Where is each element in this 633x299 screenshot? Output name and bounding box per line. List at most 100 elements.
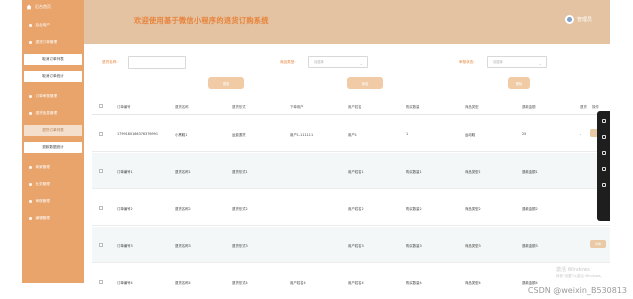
- table-cell: 商品类型2: [465, 207, 481, 211]
- detail-button[interactable]: 详情: [590, 240, 606, 248]
- select-type-placeholder: 请选择: [314, 60, 324, 64]
- sidebar-item-label: 取消订单列表: [42, 57, 64, 61]
- table-cell: 用户姓名2: [348, 207, 364, 211]
- sidebar-item-5[interactable]: 退货信息管理: [22, 108, 84, 119]
- table-cell: 运费退货: [232, 133, 246, 137]
- avatar: [564, 15, 574, 24]
- menu-icon: [29, 24, 32, 27]
- sidebar-item-label: 编辑管理: [35, 216, 50, 220]
- table-cell: 商品类型3: [465, 244, 481, 248]
- sidebar-item-label: 业务管理: [35, 182, 50, 186]
- chevron-down-icon: ⌄: [359, 61, 363, 66]
- menu-icon: [29, 41, 32, 44]
- table-cell: 退款金额2: [522, 207, 538, 211]
- table-cell: 购买数量1: [406, 170, 422, 174]
- menu-icon: [29, 183, 32, 186]
- col-actions: 操作: [592, 105, 599, 109]
- row-checkbox[interactable]: [99, 243, 103, 247]
- sidebar-item-label: 商家管理: [35, 165, 50, 169]
- select-type[interactable]: 请选择 ⌄: [308, 56, 368, 68]
- sidebar-item-1[interactable]: 退货订单管理: [22, 37, 84, 48]
- sidebar-logo-label: 后台首页: [35, 4, 51, 9]
- select-status-placeholder: 请选择: [493, 60, 503, 64]
- activate-windows-title: 激活 Windows: [556, 267, 590, 273]
- chevron-down-icon: ⌄: [538, 61, 542, 66]
- menu-icon: [29, 112, 32, 115]
- table-cell: 25: [522, 132, 527, 136]
- col-order-no: 订单编号: [117, 105, 131, 109]
- col-name: 退货名称: [175, 105, 189, 109]
- table-cell: 运动鞋: [465, 133, 476, 137]
- sidebar-item-label: 取消订单统计: [42, 74, 64, 78]
- sidebar-item-4[interactable]: 订单审核管理: [22, 91, 84, 102]
- table-cell: 退货形式3: [232, 244, 248, 248]
- row-checkbox[interactable]: [99, 169, 103, 173]
- table-cell: 商品类型4: [465, 281, 481, 285]
- sidebar-item-11[interactable]: 编辑管理: [22, 213, 84, 224]
- sidebar-item-2[interactable]: 取消订单列表: [24, 54, 82, 65]
- table-cell: 商品类型1: [465, 170, 481, 174]
- table-row[interactable]: 订单编号1 退货名称1 退货形式1 用户姓名1 购买数量1 商品类型1 退款金额1: [92, 153, 610, 189]
- select-all-checkbox[interactable]: [99, 104, 103, 108]
- search-button[interactable]: 搜索: [208, 77, 244, 89]
- sidebar-item-label: 订单审核管理: [35, 94, 58, 98]
- col-user: 下单用户: [290, 105, 304, 109]
- top-header: 欢迎使用基于微信小程序的退货订购系统 管理员: [84, 0, 610, 44]
- col-type: 商品类型: [465, 105, 479, 109]
- activate-windows-hint: 转到"设置"以激活 Windows。: [556, 274, 604, 278]
- select-status[interactable]: 请选择 ⌄: [487, 56, 547, 68]
- table-row[interactable]: 订单编号3 退货名称3 退货形式3 用户姓名3 购买数量3 商品类型3 退款金额3 详情: [92, 227, 610, 263]
- row-checkbox[interactable]: [99, 280, 103, 284]
- sidebar-item-8[interactable]: 商家管理: [22, 162, 84, 173]
- table-cell: 退货名称3: [175, 244, 191, 248]
- sidebar-item-9[interactable]: 业务管理: [22, 179, 84, 190]
- col-username: 用户姓名: [348, 105, 362, 109]
- table-cell: 购买数量3: [406, 244, 422, 248]
- sidebar-item-label: 退款数据统计: [42, 145, 64, 149]
- edit-icon[interactable]: [602, 119, 606, 123]
- sidebar-item-10[interactable]: 审核管理: [22, 196, 84, 207]
- note-icon[interactable]: [602, 167, 606, 171]
- sidebar-item-6[interactable]: 退货订单列表: [24, 125, 82, 136]
- share-icon[interactable]: [602, 151, 606, 155]
- search-label-status: 审核状态:: [459, 60, 475, 64]
- col-status: 退货: [580, 105, 587, 109]
- sidebar-logo[interactable]: 后台首页: [22, 0, 84, 14]
- copy-icon[interactable]: [602, 135, 606, 139]
- table-row[interactable]: 1799180166376376991 小黑鞋1 运费退货 用户1-111111 用户1…: [92, 116, 610, 152]
- table-cell: 用户姓名1: [348, 170, 364, 174]
- table-cell: 小黑鞋1: [175, 133, 188, 137]
- sidebar-item-0[interactable]: 后台用户: [22, 20, 84, 31]
- add-button[interactable]: 新增: [347, 77, 383, 89]
- sidebar-item-3[interactable]: 取消订单统计: [24, 71, 82, 82]
- sidebar-item-7[interactable]: 退款数据统计: [24, 142, 82, 153]
- row-checkbox[interactable]: [99, 132, 103, 136]
- table-cell: 退款金额1: [522, 170, 538, 174]
- window-edge: [610, 0, 633, 299]
- table-cell: 退款金额4: [522, 281, 538, 285]
- user-menu[interactable]: 管理员: [564, 15, 592, 24]
- page-title: 欢迎使用基于微信小程序的退货订购系统: [134, 16, 269, 25]
- delete-button[interactable]: 删除: [508, 77, 530, 89]
- table-cell: 退货名称4: [175, 281, 191, 285]
- sidebar-item-label: 审核管理: [35, 199, 50, 203]
- col-qty: 购买数量: [406, 105, 420, 109]
- table-cell: 退货名称2: [175, 207, 191, 211]
- row-checkbox[interactable]: [99, 206, 103, 210]
- menu-icon: [29, 217, 32, 220]
- more-icon[interactable]: [602, 183, 606, 187]
- table-cell: 订单编号2: [117, 207, 133, 211]
- table-cell: -: [580, 132, 582, 136]
- col-refund: 退款金额: [522, 105, 536, 109]
- home-icon: [26, 4, 32, 10]
- menu-icon: [29, 166, 32, 169]
- table-cell: 订单编号4: [117, 281, 133, 285]
- table-row[interactable]: 订单编号2 退货名称2 退货形式2 用户姓名2 购买数量2 商品类型2 退款金额2: [92, 190, 610, 226]
- search-input-name[interactable]: [128, 56, 186, 69]
- table-cell: 退货形式4: [232, 281, 248, 285]
- sidebar-item-label: 退货订单管理: [35, 40, 58, 44]
- menu-icon: [29, 200, 32, 203]
- csdn-watermark: CSDN @weixin_B530813: [527, 286, 627, 295]
- floating-toolbar[interactable]: [597, 111, 611, 221]
- user-name: 管理员: [576, 17, 592, 23]
